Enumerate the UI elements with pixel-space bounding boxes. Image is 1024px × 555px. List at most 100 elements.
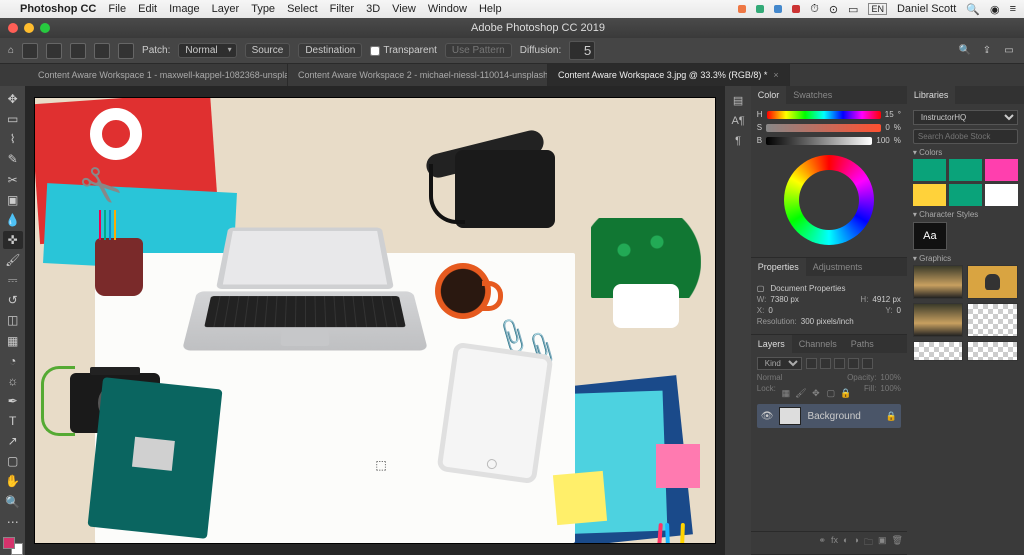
selection-mode-intersect-icon[interactable] [118, 43, 134, 59]
library-swatch[interactable] [949, 159, 982, 181]
mask-icon[interactable]: ◐ [843, 535, 848, 551]
tab-paths[interactable]: Paths [844, 335, 881, 353]
sat-slider[interactable] [766, 124, 881, 132]
path-tool[interactable]: ↗ [3, 432, 23, 450]
menu-layer[interactable]: Layer [212, 3, 240, 15]
close-tab-icon[interactable]: × [773, 70, 778, 80]
eraser-tool[interactable]: ◫ [3, 311, 23, 329]
document-tab[interactable]: Content Aware Workspace 3.jpg @ 33.3% (R… [548, 64, 790, 86]
type-tool[interactable]: T [3, 412, 23, 430]
selection-mode-subtract-icon[interactable] [94, 43, 110, 59]
library-graphic[interactable] [913, 265, 964, 299]
group-icon[interactable]: 🗀 [864, 535, 873, 551]
diffusion-input[interactable] [569, 41, 595, 60]
history-panel-icon[interactable]: ▤ [733, 94, 743, 107]
maximize-window-icon[interactable] [40, 23, 50, 33]
canvas[interactable]: ✂ 📎📎 ⬚ [35, 98, 715, 543]
search-icon[interactable]: 🔍 [958, 44, 972, 58]
eyedropper-tool[interactable]: 💧 [3, 211, 23, 229]
menu-select[interactable]: Select [287, 3, 318, 15]
menu-edit[interactable]: Edit [138, 3, 157, 15]
tab-channels[interactable]: Channels [792, 335, 844, 353]
edit-toolbar[interactable]: ⋯ [3, 513, 23, 531]
filter-adjust-icon[interactable] [820, 358, 831, 369]
library-swatch[interactable] [913, 159, 946, 181]
menu-help[interactable]: Help [479, 3, 502, 15]
source-button[interactable]: Source [245, 43, 291, 58]
lock-all-icon[interactable]: 🔒 [840, 387, 852, 399]
visibility-icon[interactable]: 👁 [761, 411, 774, 422]
transparent-checkbox[interactable]: Transparent [370, 45, 437, 56]
blur-tool[interactable]: ◔ [3, 352, 23, 370]
hue-slider[interactable] [767, 111, 881, 119]
pen-tool[interactable]: ✒ [3, 392, 23, 410]
library-search-input[interactable] [913, 129, 1018, 144]
patch-tool[interactable]: ✜ [3, 231, 23, 249]
home-icon[interactable]: ⌂ [8, 45, 14, 56]
menu-filter[interactable]: Filter [330, 3, 354, 15]
stamp-tool[interactable]: ⎓ [3, 271, 23, 289]
document-tab[interactable]: Content Aware Workspace 1 - maxwell-kapp… [28, 64, 288, 86]
layer-row[interactable]: 👁 Background 🔒 [757, 404, 901, 428]
user-name[interactable]: Daniel Scott [897, 3, 956, 15]
close-window-icon[interactable] [8, 23, 18, 33]
tab-adjustments[interactable]: Adjustments [806, 258, 870, 276]
brush-tool[interactable]: 🖌 [3, 251, 23, 269]
hand-tool[interactable]: ✋ [3, 472, 23, 490]
tool-preset-icon[interactable] [22, 43, 38, 59]
fx-icon[interactable]: fx [831, 535, 838, 551]
char-style-item[interactable]: Aa [913, 222, 947, 250]
menu-extra-icon[interactable]: ≡ [1010, 3, 1016, 15]
charstyles-section[interactable]: ▾ Character Styles [913, 210, 1018, 219]
tab-color[interactable]: Color [751, 86, 787, 104]
tab-layers[interactable]: Layers [751, 335, 792, 353]
quick-select-tool[interactable]: ✎ [3, 150, 23, 168]
dodge-tool[interactable]: ☼ [3, 372, 23, 390]
lock-artboard-icon[interactable]: ▢ [825, 387, 837, 399]
marquee-tool[interactable]: ▭ [3, 110, 23, 128]
filter-shape-icon[interactable] [848, 358, 859, 369]
character-panel-icon[interactable]: A¶ [731, 115, 744, 127]
lock-trans-icon[interactable]: ▦ [780, 387, 792, 399]
graphics-section[interactable]: ▾ Graphics [913, 254, 1018, 263]
trash-icon[interactable]: 🗑 [891, 535, 902, 551]
paragraph-panel-icon[interactable]: ¶ [735, 135, 741, 147]
library-graphic[interactable] [967, 303, 1018, 337]
cc-icon[interactable]: ◉ [990, 3, 1000, 16]
library-graphic[interactable] [967, 265, 1018, 299]
gradient-tool[interactable]: ▦ [3, 332, 23, 350]
lock-pixels-icon[interactable]: 🖌 [795, 387, 807, 399]
destination-button[interactable]: Destination [298, 43, 362, 58]
library-swatch[interactable] [913, 184, 946, 206]
crop-tool[interactable]: ✂ [3, 171, 23, 189]
library-dropdown[interactable]: InstructorHQ [913, 110, 1018, 125]
shape-tool[interactable]: ▢ [3, 452, 23, 470]
color-swatches[interactable] [3, 537, 23, 555]
zoom-tool[interactable]: 🔍 [3, 493, 23, 511]
layer-thumbnail[interactable] [779, 407, 801, 425]
menu-type[interactable]: Type [251, 3, 275, 15]
selection-mode-new-icon[interactable] [46, 43, 62, 59]
patch-mode-dropdown[interactable]: Normal [178, 43, 236, 58]
filter-pixel-icon[interactable] [806, 358, 817, 369]
lasso-tool[interactable]: ⌇ [3, 130, 23, 148]
library-graphic[interactable] [967, 341, 1018, 361]
library-swatch[interactable] [949, 184, 982, 206]
link-layers-icon[interactable]: ⚭ [818, 535, 826, 551]
library-graphic[interactable] [913, 341, 964, 361]
lock-position-icon[interactable]: ✥ [810, 387, 822, 399]
bri-slider[interactable] [766, 137, 872, 145]
filter-type-icon[interactable] [834, 358, 845, 369]
menu-window[interactable]: Window [428, 3, 467, 15]
app-name[interactable]: Photoshop CC [20, 3, 96, 15]
menu-image[interactable]: Image [169, 3, 200, 15]
history-brush-tool[interactable]: ↺ [3, 291, 23, 309]
new-layer-icon[interactable]: ▣ [878, 535, 887, 551]
tab-libraries[interactable]: Libraries [907, 86, 956, 104]
menu-view[interactable]: View [392, 3, 416, 15]
share-icon[interactable]: ⇪ [980, 44, 994, 58]
adjustment-icon[interactable]: ◑ [853, 535, 858, 551]
library-swatch[interactable] [985, 184, 1018, 206]
workspace-icon[interactable]: ▭ [1002, 44, 1016, 58]
use-pattern-button[interactable]: Use Pattern [445, 43, 512, 58]
